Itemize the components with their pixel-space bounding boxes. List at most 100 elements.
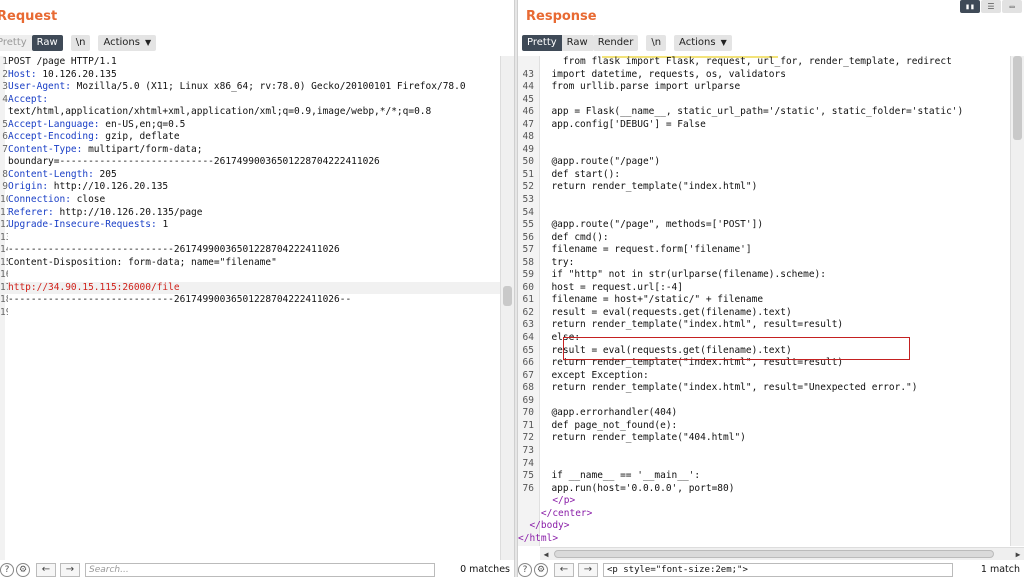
line-number: 8 — [2, 168, 8, 180]
response-line: 49 — [518, 144, 1024, 157]
line-number: 11 — [0, 206, 8, 218]
request-line-text: Referer: http://10.126.20.135/page — [8, 207, 202, 220]
request-line: 7 Content-Type: multipart/form-data; — [0, 144, 514, 157]
request-raw-button[interactable]: Raw — [31, 35, 63, 51]
response-line: 61 filename = host+"/static/" + filename — [518, 294, 1024, 307]
arrow-left-icon[interactable]: ← — [36, 563, 56, 577]
request-line: 1 POST /page HTTP/1.1 — [0, 56, 514, 69]
line-number: 52 — [522, 181, 534, 193]
header-value: boundary=---------------------------2617… — [8, 156, 380, 168]
line-number: 71 — [522, 419, 534, 431]
arrow-left-icon[interactable]: ← — [554, 563, 574, 577]
response-html-text: </html> — [518, 533, 558, 546]
request-pretty-button[interactable]: Pretty — [0, 35, 32, 51]
header-name: Content-Type: — [8, 143, 83, 155]
header-value: Mozilla/5.0 (X11; Linux x86_64; rv:78.0)… — [70, 81, 466, 93]
response-line: 67 except Exception: — [518, 370, 1024, 383]
response-code-text: from urllib.parse import urlparse — [540, 81, 741, 93]
line-number: 49 — [522, 143, 534, 155]
request-line-text: Connection: close — [8, 194, 105, 207]
response-code-text: def page_not_found(e): — [540, 419, 678, 431]
line-number: 3 — [2, 81, 8, 93]
response-scrollbar[interactable] — [1010, 56, 1024, 546]
response-raw-button[interactable]: Raw — [561, 35, 593, 51]
response-line: 45 — [518, 94, 1024, 107]
gear-icon[interactable]: ⚙ — [16, 563, 30, 577]
request-line: 18-----------------------------261749900… — [0, 294, 514, 307]
line-number: 72 — [522, 432, 534, 444]
header-value: close — [70, 194, 106, 206]
header-name: Upgrade-Insecure-Requests: — [8, 219, 157, 231]
arrow-right-icon[interactable]: → — [578, 563, 598, 577]
line-number: 48 — [522, 131, 534, 143]
line-number: 61 — [522, 294, 534, 306]
line-number: 75 — [522, 470, 534, 482]
response-code-text: app.run(host='0.0.0.0', port=80) — [540, 482, 735, 494]
line-number: 73 — [522, 444, 534, 456]
response-html-line: </body> — [518, 520, 1024, 533]
header-value: http://10.126.20.135/page — [53, 206, 203, 218]
response-line: 59 if "http" not in str(urlparse(filenam… — [518, 269, 1024, 282]
line-number: 64 — [522, 332, 534, 344]
header-name: User-Agent: — [8, 81, 71, 93]
response-code-text: if __name__ == '__main__': — [540, 470, 701, 482]
response-code-text: except Exception: — [540, 369, 649, 381]
request-line: 8 Content-Length: 205 — [0, 169, 514, 182]
response-line: 70 @app.errorhandler(404) — [518, 407, 1024, 420]
line-number: 70 — [522, 407, 534, 419]
request-line: boundary=---------------------------2617… — [0, 156, 514, 169]
line-number: 18 — [0, 294, 8, 306]
header-name: Accept-Encoding: — [8, 131, 100, 143]
response-horizontal-scrollbar[interactable]: ◀ ▶ — [540, 547, 1024, 560]
line-number: 43 — [522, 68, 534, 80]
response-code-text: @app.route("/page") — [540, 156, 661, 168]
response-line: 74 — [518, 458, 1024, 471]
split-view-icon[interactable]: ▮▮ — [960, 0, 980, 13]
horizontal-view-icon[interactable]: ☰ — [981, 0, 1001, 13]
line-number: 2 — [2, 68, 8, 80]
response-line: 75 if __name__ == '__main__': — [518, 470, 1024, 483]
request-line-text: http://34.90.15.115:26000/file — [8, 282, 180, 295]
request-line-text: Upgrade-Insecure-Requests: 1 — [8, 219, 168, 232]
request-scrollbar[interactable] — [500, 56, 514, 560]
request-line-text: -----------------------------26174990036… — [8, 244, 340, 257]
html-tag: </html> — [518, 532, 559, 544]
request-newline-button[interactable]: \n — [70, 35, 91, 51]
help-icon[interactable]: ? — [0, 563, 14, 577]
request-actions-button[interactable]: Actions ▼ — [98, 35, 157, 51]
line-number: 5 — [2, 118, 8, 130]
response-actions-button[interactable]: Actions ▼ — [674, 35, 732, 51]
request-scroll-thumb[interactable] — [503, 286, 512, 306]
line-number: 14 — [0, 244, 8, 256]
request-editor[interactable]: 1 POST /page HTTP/1.1 2 Host: 10.126.20.135… — [0, 56, 514, 319]
response-newline-button[interactable]: \n — [646, 35, 667, 51]
request-line: 13 — [0, 232, 514, 245]
request-line: 12Upgrade-Insecure-Requests: 1 — [0, 219, 514, 232]
response-line: 60 host = request.url[:-4] — [518, 282, 1024, 295]
response-scroll-thumb[interactable] — [1013, 56, 1022, 140]
response-line: 73 — [518, 445, 1024, 458]
line-number: 6 — [2, 131, 8, 143]
response-search-input[interactable]: <p style="font-size:2em;"> — [603, 563, 953, 577]
response-pretty-button[interactable]: Pretty — [522, 35, 562, 51]
header-value: -----------------------------26174990036… — [8, 244, 340, 256]
line-number: 55 — [522, 219, 534, 231]
eval-highlight-box — [563, 337, 910, 360]
html-tag: </p> — [552, 495, 576, 507]
request-line-text: -----------------------------26174990036… — [8, 294, 351, 307]
header-value: http://34.90.15.115:26000/file — [8, 281, 180, 293]
response-code-text: import datetime, requests, os, validator… — [540, 68, 786, 80]
arrow-right-icon[interactable]: → — [60, 563, 80, 577]
response-hscroll-thumb[interactable] — [554, 550, 994, 558]
single-view-icon[interactable]: ▭ — [1002, 0, 1022, 13]
response-toolbar: Pretty Raw Render \n Actions ▼ — [522, 35, 735, 51]
response-render-button[interactable]: Render — [592, 35, 639, 51]
response-editor[interactable]: from flask import Flask, request, url_fo… — [518, 56, 1024, 545]
gear-icon[interactable]: ⚙ — [534, 563, 548, 577]
request-search-input[interactable]: Search... — [85, 563, 435, 577]
response-code-text: app = Flask(__name__, static_url_path='/… — [540, 106, 964, 118]
line-number: 7 — [2, 143, 8, 155]
help-icon[interactable]: ? — [518, 563, 532, 577]
response-match-count: 1 match — [980, 564, 1020, 575]
request-line-text: Accept-Encoding: gzip, deflate — [8, 131, 180, 144]
